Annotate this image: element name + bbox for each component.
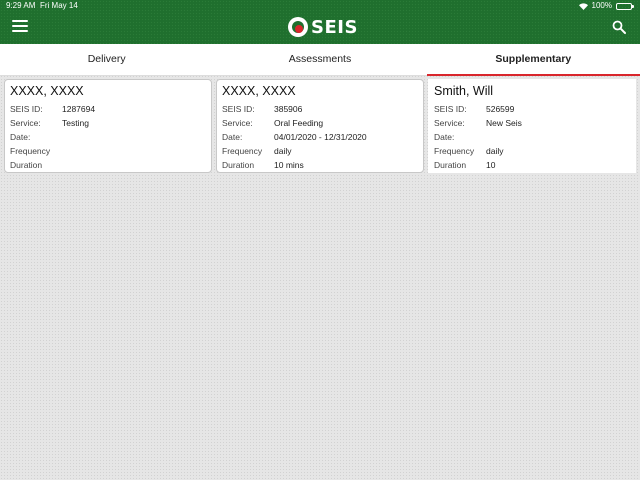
seis-id-row: SEIS ID: 526599 [434, 102, 630, 116]
tab-delivery[interactable]: Delivery [0, 44, 213, 75]
search-icon[interactable] [612, 20, 626, 34]
service-value: Testing [62, 118, 89, 128]
seis-id-value: 1287694 [62, 104, 96, 114]
duration-value [62, 158, 206, 172]
duration-value: 10 [486, 160, 496, 170]
duration-value: 10 mins [274, 160, 304, 170]
student-name: Smith, Will [434, 84, 494, 98]
date-label: Date: [222, 132, 243, 142]
date-value [62, 130, 206, 144]
date-value [486, 130, 630, 144]
student-card[interactable]: Smith, Will SEIS ID: 526599 Service: New S… [428, 79, 636, 173]
duration-label: Duration [222, 160, 255, 170]
frequency-label: Frequency [10, 146, 51, 156]
frequency-row: Frequency [10, 144, 206, 158]
duration-label: Duration [10, 160, 43, 170]
duration-row: Duration 10 mins [222, 158, 418, 172]
service-row: Service: New Seis [434, 116, 630, 130]
app-logo: SEIS [288, 16, 358, 38]
status-bar: 9:29 AM Fri May 14 100% [0, 0, 640, 12]
logo-text: SEIS [311, 16, 358, 38]
frequency-label: Frequency [434, 146, 475, 156]
date-row: Date: 04/01/2020 - 12/31/2020 [222, 130, 418, 144]
student-name: XXXX, XXXX [10, 84, 84, 98]
tab-assessments[interactable]: Assessments [213, 44, 426, 75]
seis-id-value: 385906 [274, 104, 303, 114]
date-label: Date: [434, 132, 455, 142]
card-list: XXXX, XXXX SEIS ID: 1287694 Service: Testi… [4, 79, 636, 173]
seis-id-label: SEIS ID: [434, 104, 467, 114]
date-row: Date: [10, 130, 206, 144]
service-value: Oral Feeding [274, 118, 324, 128]
date-value: 04/01/2020 - 12/31/2020 [274, 132, 367, 142]
service-label: Service: [222, 118, 253, 128]
seis-id-row: SEIS ID: 385906 [222, 102, 418, 116]
battery-percent: 100% [591, 1, 612, 10]
hamburger-menu-icon[interactable] [12, 20, 28, 34]
tab-supplementary[interactable]: Supplementary [426, 44, 640, 76]
app-header: 9:29 AM Fri May 14 100% SEIS [0, 0, 640, 44]
service-label: Service: [10, 118, 41, 128]
duration-row: Duration 10 [434, 158, 630, 172]
frequency-label: Frequency [222, 146, 263, 156]
status-date: Fri May 14 [40, 1, 78, 10]
wifi-icon [578, 2, 588, 10]
service-row: Service: Oral Feeding [222, 116, 418, 130]
status-time: 9:29 AM [6, 1, 36, 10]
seis-id-value: 526599 [486, 104, 515, 114]
service-label: Service: [434, 118, 465, 128]
status-right: 100% [578, 0, 634, 12]
date-label: Date: [10, 132, 31, 142]
frequency-row: Frequency daily [434, 144, 630, 158]
tab-bar: Delivery Assessments Supplementary [0, 44, 640, 76]
date-row: Date: [434, 130, 630, 144]
student-card[interactable]: XXXX, XXXX SEIS ID: 1287694 Service: Testi… [4, 79, 212, 173]
service-row: Service: Testing [10, 116, 206, 130]
duration-label: Duration [434, 160, 467, 170]
seis-logo-icon [288, 17, 308, 37]
duration-row: Duration [10, 158, 206, 172]
frequency-value: daily [274, 146, 292, 156]
student-card[interactable]: XXXX, XXXX SEIS ID: 385906 Service: Oral F… [216, 79, 424, 173]
frequency-value: daily [486, 146, 504, 156]
seis-id-label: SEIS ID: [222, 104, 255, 114]
student-name: XXXX, XXXX [222, 84, 296, 98]
battery-icon [616, 2, 634, 10]
frequency-row: Frequency daily [222, 144, 418, 158]
seis-id-row: SEIS ID: 1287694 [10, 102, 206, 116]
frequency-value [62, 144, 206, 158]
seis-id-label: SEIS ID: [10, 104, 43, 114]
service-value: New Seis [486, 118, 522, 128]
